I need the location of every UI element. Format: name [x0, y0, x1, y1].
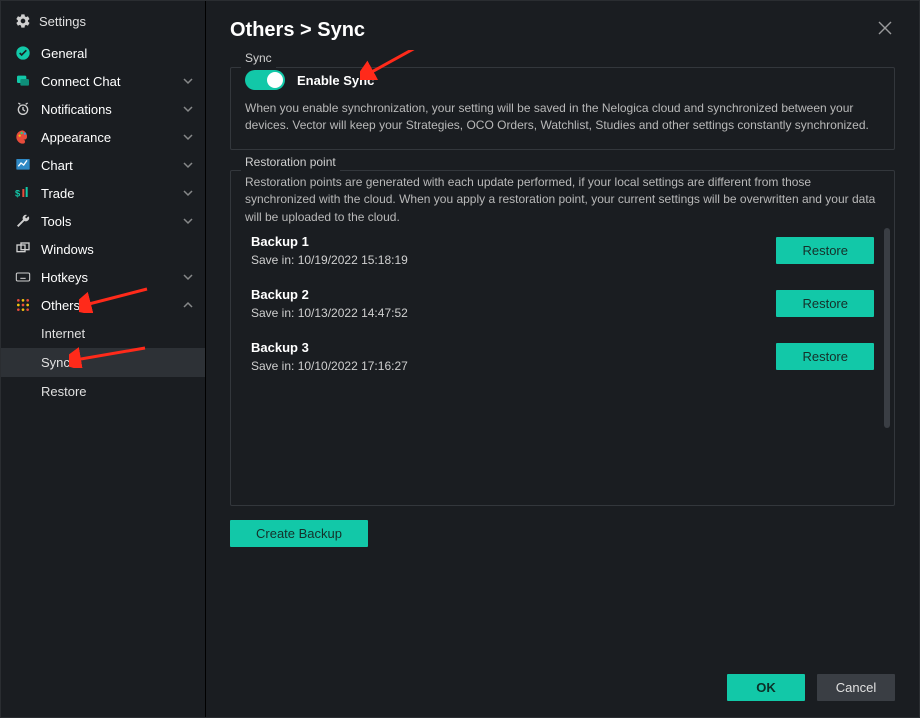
chevron-down-icon	[183, 74, 193, 89]
sidebar-item-label: Hotkeys	[41, 270, 88, 285]
chevron-down-icon	[183, 158, 193, 173]
sidebar-subitem-label: Restore	[41, 384, 87, 399]
backup-info: Backup 3 Save in: 10/10/2022 17:16:27	[251, 340, 776, 373]
sidebar-subitem-internet[interactable]: Internet	[1, 319, 205, 348]
sidebar-item-tools[interactable]: Tools	[1, 207, 205, 235]
main-area: Settings General Connect Chat	[1, 1, 919, 717]
chat-icon	[15, 73, 31, 89]
sidebar-subitem-label: Internet	[41, 326, 85, 341]
chevron-up-icon	[183, 298, 193, 313]
enable-sync-label: Enable Sync	[297, 73, 374, 88]
sidebar-item-label: Connect Chat	[41, 74, 121, 89]
sidebar-item-label: Tools	[41, 214, 71, 229]
sidebar-item-label: Notifications	[41, 102, 112, 117]
sidebar-item-hotkeys[interactable]: Hotkeys	[1, 263, 205, 291]
restoration-description: Restoration points are generated with ea…	[245, 174, 880, 226]
backup-row: Backup 2 Save in: 10/13/2022 14:47:52Rest…	[245, 279, 880, 332]
sidebar-item-notifications[interactable]: Notifications	[1, 95, 205, 123]
chevron-down-icon	[183, 214, 193, 229]
sidebar-item-appearance[interactable]: Appearance	[1, 123, 205, 151]
create-backup-row: Create Backup	[230, 520, 895, 547]
backup-info: Backup 1 Save in: 10/19/2022 15:18:19	[251, 234, 776, 267]
content: Others > Sync Sync Enable Sync	[206, 1, 919, 717]
sidebar-others-submenu: Internet Sync Restore	[1, 319, 205, 406]
sidebar-item-label: Appearance	[41, 130, 111, 145]
chevron-down-icon	[183, 130, 193, 145]
chevron-down-icon	[183, 102, 193, 117]
windows-icon	[15, 241, 31, 257]
ok-button[interactable]: OK	[727, 674, 805, 701]
sync-panel-title: Sync	[241, 51, 276, 65]
sidebar-subitem-restore[interactable]: Restore	[1, 377, 205, 406]
sidebar-item-label: Others	[41, 298, 80, 313]
restore-button[interactable]: Restore	[776, 237, 874, 264]
annotation-arrow-icon	[69, 344, 147, 368]
backup-name: Backup 3	[251, 340, 776, 355]
chevron-down-icon	[183, 186, 193, 201]
content-header: Others > Sync	[206, 1, 919, 50]
grid-icon	[15, 297, 31, 313]
close-icon	[878, 21, 892, 40]
sidebar-item-others[interactable]: Others	[1, 291, 205, 319]
sync-panel: Sync Enable Sync When you enable synchro…	[230, 60, 895, 150]
sidebar-item-general[interactable]: General	[1, 39, 205, 67]
svg-text:$: $	[15, 188, 21, 198]
restoration-panel-title: Restoration point	[241, 155, 340, 169]
backup-name: Backup 1	[251, 234, 776, 249]
restore-button[interactable]: Restore	[776, 290, 874, 317]
sidebar-subitem-sync[interactable]: Sync	[1, 348, 205, 377]
sidebar: Settings General Connect Chat	[1, 1, 206, 717]
sidebar-item-connect-chat[interactable]: Connect Chat	[1, 67, 205, 95]
backup-name: Backup 2	[251, 287, 776, 302]
sidebar-title: Settings	[39, 14, 86, 29]
sidebar-subitem-label: Sync	[41, 355, 70, 370]
sidebar-item-chart[interactable]: Chart	[1, 151, 205, 179]
backup-info: Backup 2 Save in: 10/13/2022 14:47:52	[251, 287, 776, 320]
enable-sync-toggle[interactable]	[245, 70, 285, 90]
chart-icon	[15, 157, 31, 173]
sidebar-item-trade[interactable]: $ Trade	[1, 179, 205, 207]
sidebar-nav: General Connect Chat Notifications	[1, 39, 205, 406]
sidebar-item-label: Trade	[41, 186, 74, 201]
restoration-panel: Restoration point Restoration points are…	[230, 164, 895, 506]
sidebar-item-label: General	[41, 46, 87, 61]
content-body: Sync Enable Sync When you enable synchro…	[206, 50, 919, 662]
palette-icon	[15, 129, 31, 145]
sync-description: When you enable synchronization, your se…	[245, 100, 880, 135]
keyboard-icon	[15, 269, 31, 285]
dialog-footer: OK Cancel	[206, 662, 919, 717]
backup-timestamp: Save in: 10/10/2022 17:16:27	[251, 359, 776, 373]
backup-row: Backup 1 Save in: 10/19/2022 15:18:19Rest…	[245, 226, 880, 279]
enable-sync-row: Enable Sync	[245, 70, 880, 90]
check-circle-icon	[15, 45, 31, 61]
trade-icon: $	[15, 185, 31, 201]
cancel-button[interactable]: Cancel	[817, 674, 895, 701]
sidebar-item-label: Windows	[41, 242, 94, 257]
breadcrumb: Others > Sync	[230, 19, 365, 42]
restore-button[interactable]: Restore	[776, 343, 874, 370]
backup-timestamp: Save in: 10/13/2022 14:47:52	[251, 306, 776, 320]
sidebar-header: Settings	[1, 7, 205, 39]
scrollbar[interactable]	[884, 228, 890, 428]
settings-window: Settings General Connect Chat	[0, 0, 920, 718]
chevron-down-icon	[183, 270, 193, 285]
close-button[interactable]	[875, 21, 895, 41]
backup-row: Backup 3 Save in: 10/10/2022 17:16:27Rest…	[245, 332, 880, 385]
sidebar-item-label: Chart	[41, 158, 73, 173]
create-backup-button[interactable]: Create Backup	[230, 520, 368, 547]
gear-icon	[15, 13, 31, 29]
wrench-icon	[15, 213, 31, 229]
sidebar-item-windows[interactable]: Windows	[1, 235, 205, 263]
alarm-icon	[15, 101, 31, 117]
backup-timestamp: Save in: 10/19/2022 15:18:19	[251, 253, 776, 267]
backup-list: Backup 1Save in: 10/19/2022 15:18:19Rest…	[245, 226, 880, 385]
